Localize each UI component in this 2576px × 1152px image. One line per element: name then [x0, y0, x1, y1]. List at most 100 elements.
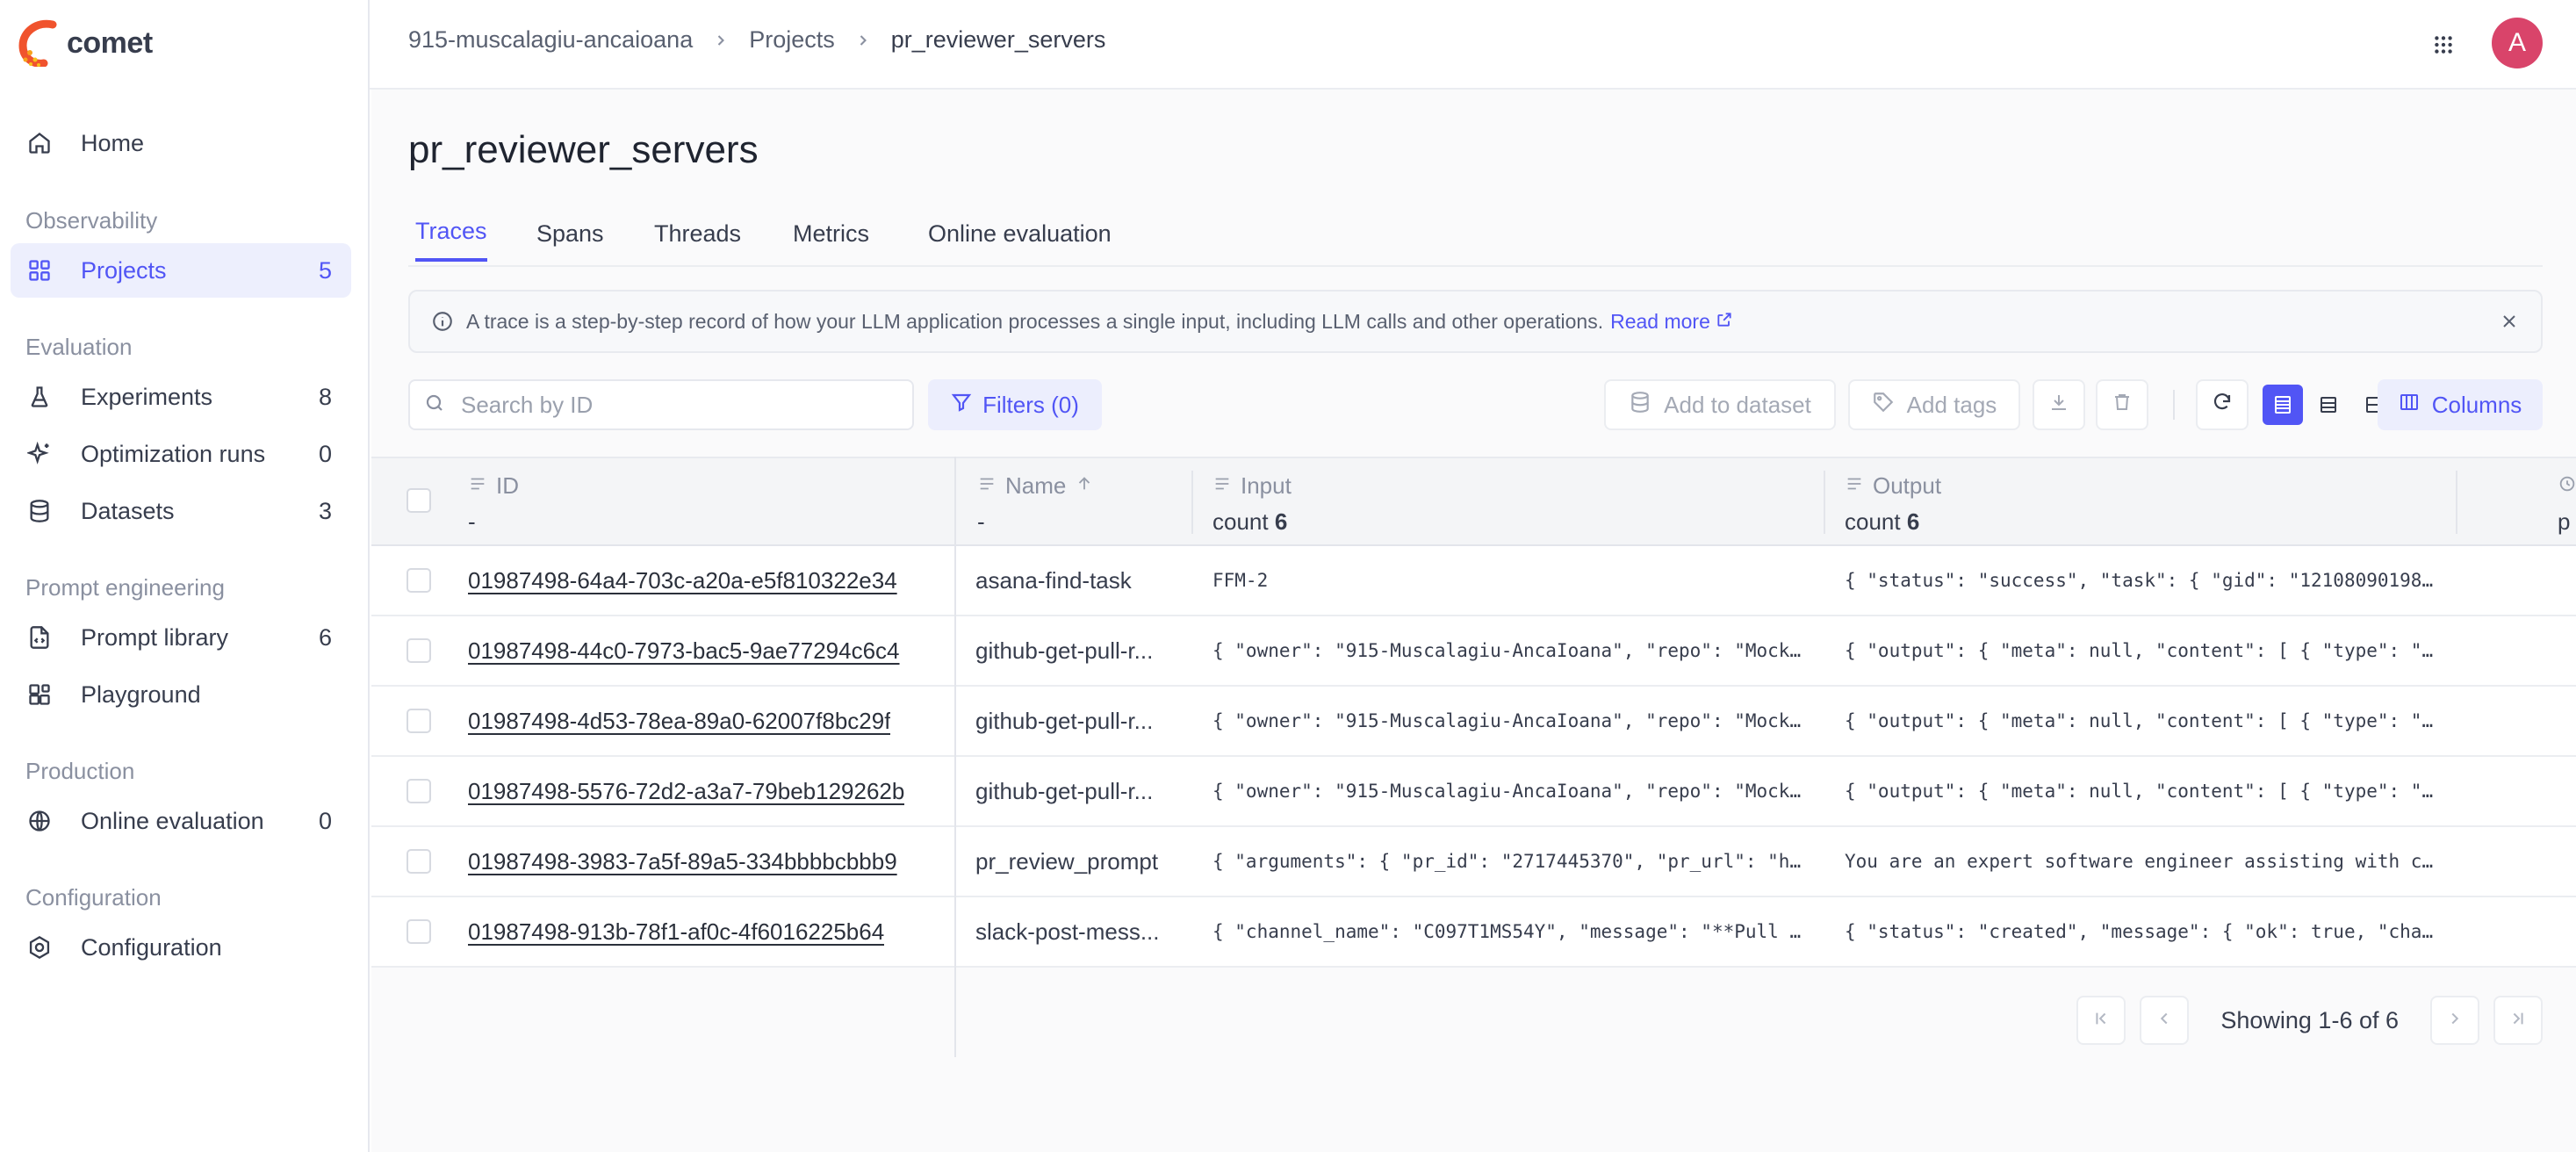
blocks-icon: [25, 680, 54, 709]
sidebar-item-datasets[interactable]: Datasets 3: [11, 484, 351, 538]
tab-spans[interactable]: Spans: [536, 204, 604, 263]
trace-name: github-get-pull-r...: [975, 707, 1154, 734]
column-header-input[interactable]: Input count 6: [1212, 472, 1292, 536]
toolbar-divider: [2173, 390, 2175, 420]
table-row[interactable]: 01987498-4d53-78ea-89a0-62007f8bc29f git…: [371, 687, 2576, 757]
select-all-checkbox[interactable]: [407, 488, 431, 513]
column-header-id[interactable]: ID -: [468, 472, 519, 536]
row-checkbox[interactable]: [407, 849, 431, 874]
close-icon[interactable]: [2499, 311, 2520, 332]
row-checkbox[interactable]: [407, 638, 431, 663]
table-row[interactable]: 01987498-5576-72d2-a3a7-79beb129262b git…: [371, 757, 2576, 827]
breadcrumb-projects[interactable]: Projects: [749, 26, 835, 54]
sidebar-item-count: 5: [318, 256, 332, 284]
tab-online-evaluation[interactable]: Online evaluation: [928, 204, 1112, 263]
trace-id-link[interactable]: 01987498-913b-78f1-af0c-4f6016225b64: [468, 897, 884, 966]
column-stat: p: [2558, 508, 2571, 535]
trace-id-link[interactable]: 01987498-44c0-7973-bac5-9ae77294c6c4: [468, 616, 900, 685]
column-header-partial[interactable]: p: [2558, 472, 2576, 536]
trace-output: { "output": { "meta": null, "content": […: [1845, 640, 2434, 661]
column-label: Input: [1241, 472, 1292, 499]
table-row[interactable]: 01987498-913b-78f1-af0c-4f6016225b64 sla…: [371, 897, 2576, 968]
section-production: Production: [25, 758, 135, 784]
trace-id-link[interactable]: 01987498-64a4-703c-a20a-e5f810322e34: [468, 546, 897, 615]
database-icon: [25, 496, 54, 526]
column-type-icon: [1212, 472, 1232, 500]
delete-button[interactable]: [2096, 379, 2148, 430]
row-density-compact-icon[interactable]: [2263, 385, 2303, 425]
refresh-button[interactable]: [2196, 379, 2249, 430]
sidebar-item-count: 0: [318, 440, 332, 467]
column-label: Output: [1873, 472, 1942, 499]
column-type-icon: [1845, 472, 1864, 500]
logo-text: comet: [67, 25, 153, 60]
table-row[interactable]: 01987498-44c0-7973-bac5-9ae77294c6c4 git…: [371, 616, 2576, 687]
row-checkbox[interactable]: [407, 709, 431, 733]
column-header-output[interactable]: Output count 6: [1845, 472, 1941, 536]
sidebar-item-configuration[interactable]: Configuration: [11, 920, 351, 975]
table-row[interactable]: 01987498-3983-7a5f-89a5-334bbbbcbbb9 pr_…: [371, 827, 2576, 897]
table-row[interactable]: 01987498-64a4-703c-a20a-e5f810322e34 asa…: [371, 546, 2576, 616]
tab-traces[interactable]: Traces: [415, 204, 487, 262]
file-code-icon: [25, 623, 54, 652]
comet-logo[interactable]: comet: [18, 16, 153, 70]
sidebar-item-optimization-runs[interactable]: Optimization runs 0: [11, 427, 351, 481]
main-content: pr_reviewer_servers Traces Spans Threads…: [371, 90, 2576, 1152]
row-density-medium-icon[interactable]: [2308, 385, 2349, 425]
columns-icon: [2399, 392, 2420, 419]
sidebar-item-home[interactable]: Home: [11, 116, 351, 170]
read-more-link[interactable]: Read more: [1610, 310, 1733, 334]
download-button[interactable]: [2033, 379, 2085, 430]
sidebar-item-projects[interactable]: Projects 5: [11, 243, 351, 298]
top-bar: 915-muscalagiu-ancaioana Projects pr_rev…: [370, 0, 2576, 90]
row-checkbox[interactable]: [407, 568, 431, 593]
add-to-dataset-button[interactable]: Add to dataset: [1604, 379, 1836, 430]
pagination-status: Showing 1-6 of 6: [2220, 1006, 2399, 1033]
filters-button[interactable]: Filters (0): [928, 379, 1102, 430]
row-checkbox[interactable]: [407, 919, 431, 944]
column-divider: [1824, 471, 1825, 534]
columns-button[interactable]: Columns: [2378, 379, 2543, 430]
add-tags-button[interactable]: Add tags: [1848, 379, 2020, 430]
sidebar-item-label: Configuration: [81, 933, 222, 961]
trace-id-link[interactable]: 01987498-3983-7a5f-89a5-334bbbbcbbb9: [468, 827, 897, 896]
trace-name: github-get-pull-r...: [975, 637, 1154, 664]
apps-grid-icon[interactable]: [2425, 26, 2462, 63]
last-page-button[interactable]: [2493, 996, 2543, 1045]
avatar[interactable]: A: [2492, 18, 2543, 68]
next-page-button[interactable]: [2430, 996, 2479, 1045]
sidebar-item-playground[interactable]: Playground: [11, 667, 351, 722]
sort-ascending-icon[interactable]: [1075, 472, 1094, 500]
chevron-left-icon: [2155, 1009, 2174, 1033]
read-more-label: Read more: [1610, 309, 1710, 333]
info-icon: [431, 310, 454, 333]
column-stat: -: [977, 508, 985, 535]
sidebar-item-online-evaluation[interactable]: Online evaluation 0: [11, 794, 351, 848]
sidebar-item-prompt-library[interactable]: Prompt library 6: [11, 610, 351, 665]
tab-metrics[interactable]: Metrics: [793, 204, 869, 263]
trace-input: { "channel_name": "C097T1MS54Y", "messag…: [1212, 921, 1802, 942]
clock-icon: [2558, 472, 2576, 500]
trace-id-link[interactable]: 01987498-4d53-78ea-89a0-62007f8bc29f: [468, 687, 890, 755]
breadcrumb-workspace[interactable]: 915-muscalagiu-ancaioana: [408, 26, 693, 54]
column-header-name[interactable]: Name -: [977, 472, 1094, 536]
column-divider: [2456, 471, 2457, 534]
comet-logo-icon: [18, 19, 57, 67]
download-icon: [2048, 392, 2069, 419]
sidebar-item-experiments[interactable]: Experiments 8: [11, 370, 351, 424]
column-stat-value: 6: [1274, 508, 1288, 535]
column-label: ID: [496, 472, 519, 499]
row-checkbox[interactable]: [407, 779, 431, 803]
trace-id-link[interactable]: 01987498-5576-72d2-a3a7-79beb129262b: [468, 757, 904, 825]
chevrons-right-icon: [2508, 1009, 2528, 1033]
column-type-icon: [977, 472, 997, 500]
refresh-icon: [2212, 392, 2233, 419]
trace-output: { "output": { "meta": null, "content": […: [1845, 781, 2434, 802]
first-page-button[interactable]: [2076, 996, 2126, 1045]
trace-name: github-get-pull-r...: [975, 777, 1154, 804]
sidebar-item-label: Optimization runs: [81, 440, 266, 467]
flask-icon: [25, 382, 54, 412]
tab-threads[interactable]: Threads: [654, 204, 741, 263]
search-input[interactable]: [459, 390, 884, 420]
previous-page-button[interactable]: [2140, 996, 2190, 1045]
